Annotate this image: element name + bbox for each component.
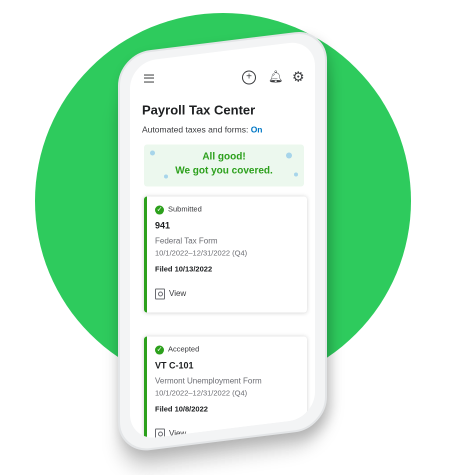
check-circle-icon: ✓: [155, 205, 164, 215]
tax-form-card[interactable]: ✓ Submitted 941 Federal Tax Form 10/1/202…: [144, 196, 307, 313]
phone-screen: + 🔔︎ ⚙ Payroll Tax Center Automated taxe…: [130, 39, 315, 441]
filed-date: Filed 10/13/2022: [155, 264, 213, 274]
tax-form-card[interactable]: ✓ Accepted VT C-101 Vermont Unemployment …: [144, 336, 307, 441]
document-search-icon: [155, 288, 165, 300]
banner-line-1: All good!: [202, 151, 246, 163]
top-bar: + 🔔︎ ⚙: [130, 69, 315, 91]
status-label: Submitted: [168, 204, 202, 214]
automation-label: Automated taxes and forms:: [142, 124, 249, 135]
bell-icon[interactable]: 🔔︎: [268, 70, 283, 84]
automation-toggle-status[interactable]: On: [251, 125, 263, 135]
menu-icon[interactable]: [144, 74, 154, 83]
form-period: 10/1/2022–12/31/2022 (Q4): [155, 248, 248, 258]
view-label: View: [169, 429, 187, 439]
banner-line-2: We got you covered.: [175, 165, 273, 177]
gear-icon[interactable]: ⚙: [292, 69, 305, 86]
form-name: Federal Tax Form: [155, 236, 218, 246]
app-content: + 🔔︎ ⚙ Payroll Tax Center Automated taxe…: [130, 63, 315, 441]
form-id: VT C-101: [155, 360, 194, 371]
phone-frame: + 🔔︎ ⚙ Payroll Tax Center Automated taxe…: [118, 28, 327, 455]
view-label: View: [169, 289, 187, 299]
status-badge: ✓ Submitted: [155, 205, 202, 215]
view-button[interactable]: View: [155, 428, 187, 440]
form-name: Vermont Unemployment Form: [155, 376, 262, 386]
document-search-icon: [155, 428, 165, 440]
check-circle-icon: ✓: [155, 345, 164, 355]
automation-status: Automated taxes and forms: On: [142, 125, 263, 135]
form-period: 10/1/2022–12/31/2022 (Q4): [155, 388, 248, 398]
page-title: Payroll Tax Center: [142, 102, 256, 118]
filed-date: Filed 10/8/2022: [155, 404, 208, 414]
status-label: Accepted: [168, 344, 200, 354]
plus-circle-icon[interactable]: +: [242, 70, 256, 85]
all-good-banner: All good! We got you covered.: [144, 144, 304, 187]
view-button[interactable]: View: [155, 288, 187, 300]
status-badge: ✓ Accepted: [155, 345, 199, 355]
form-id: 941: [155, 220, 171, 231]
